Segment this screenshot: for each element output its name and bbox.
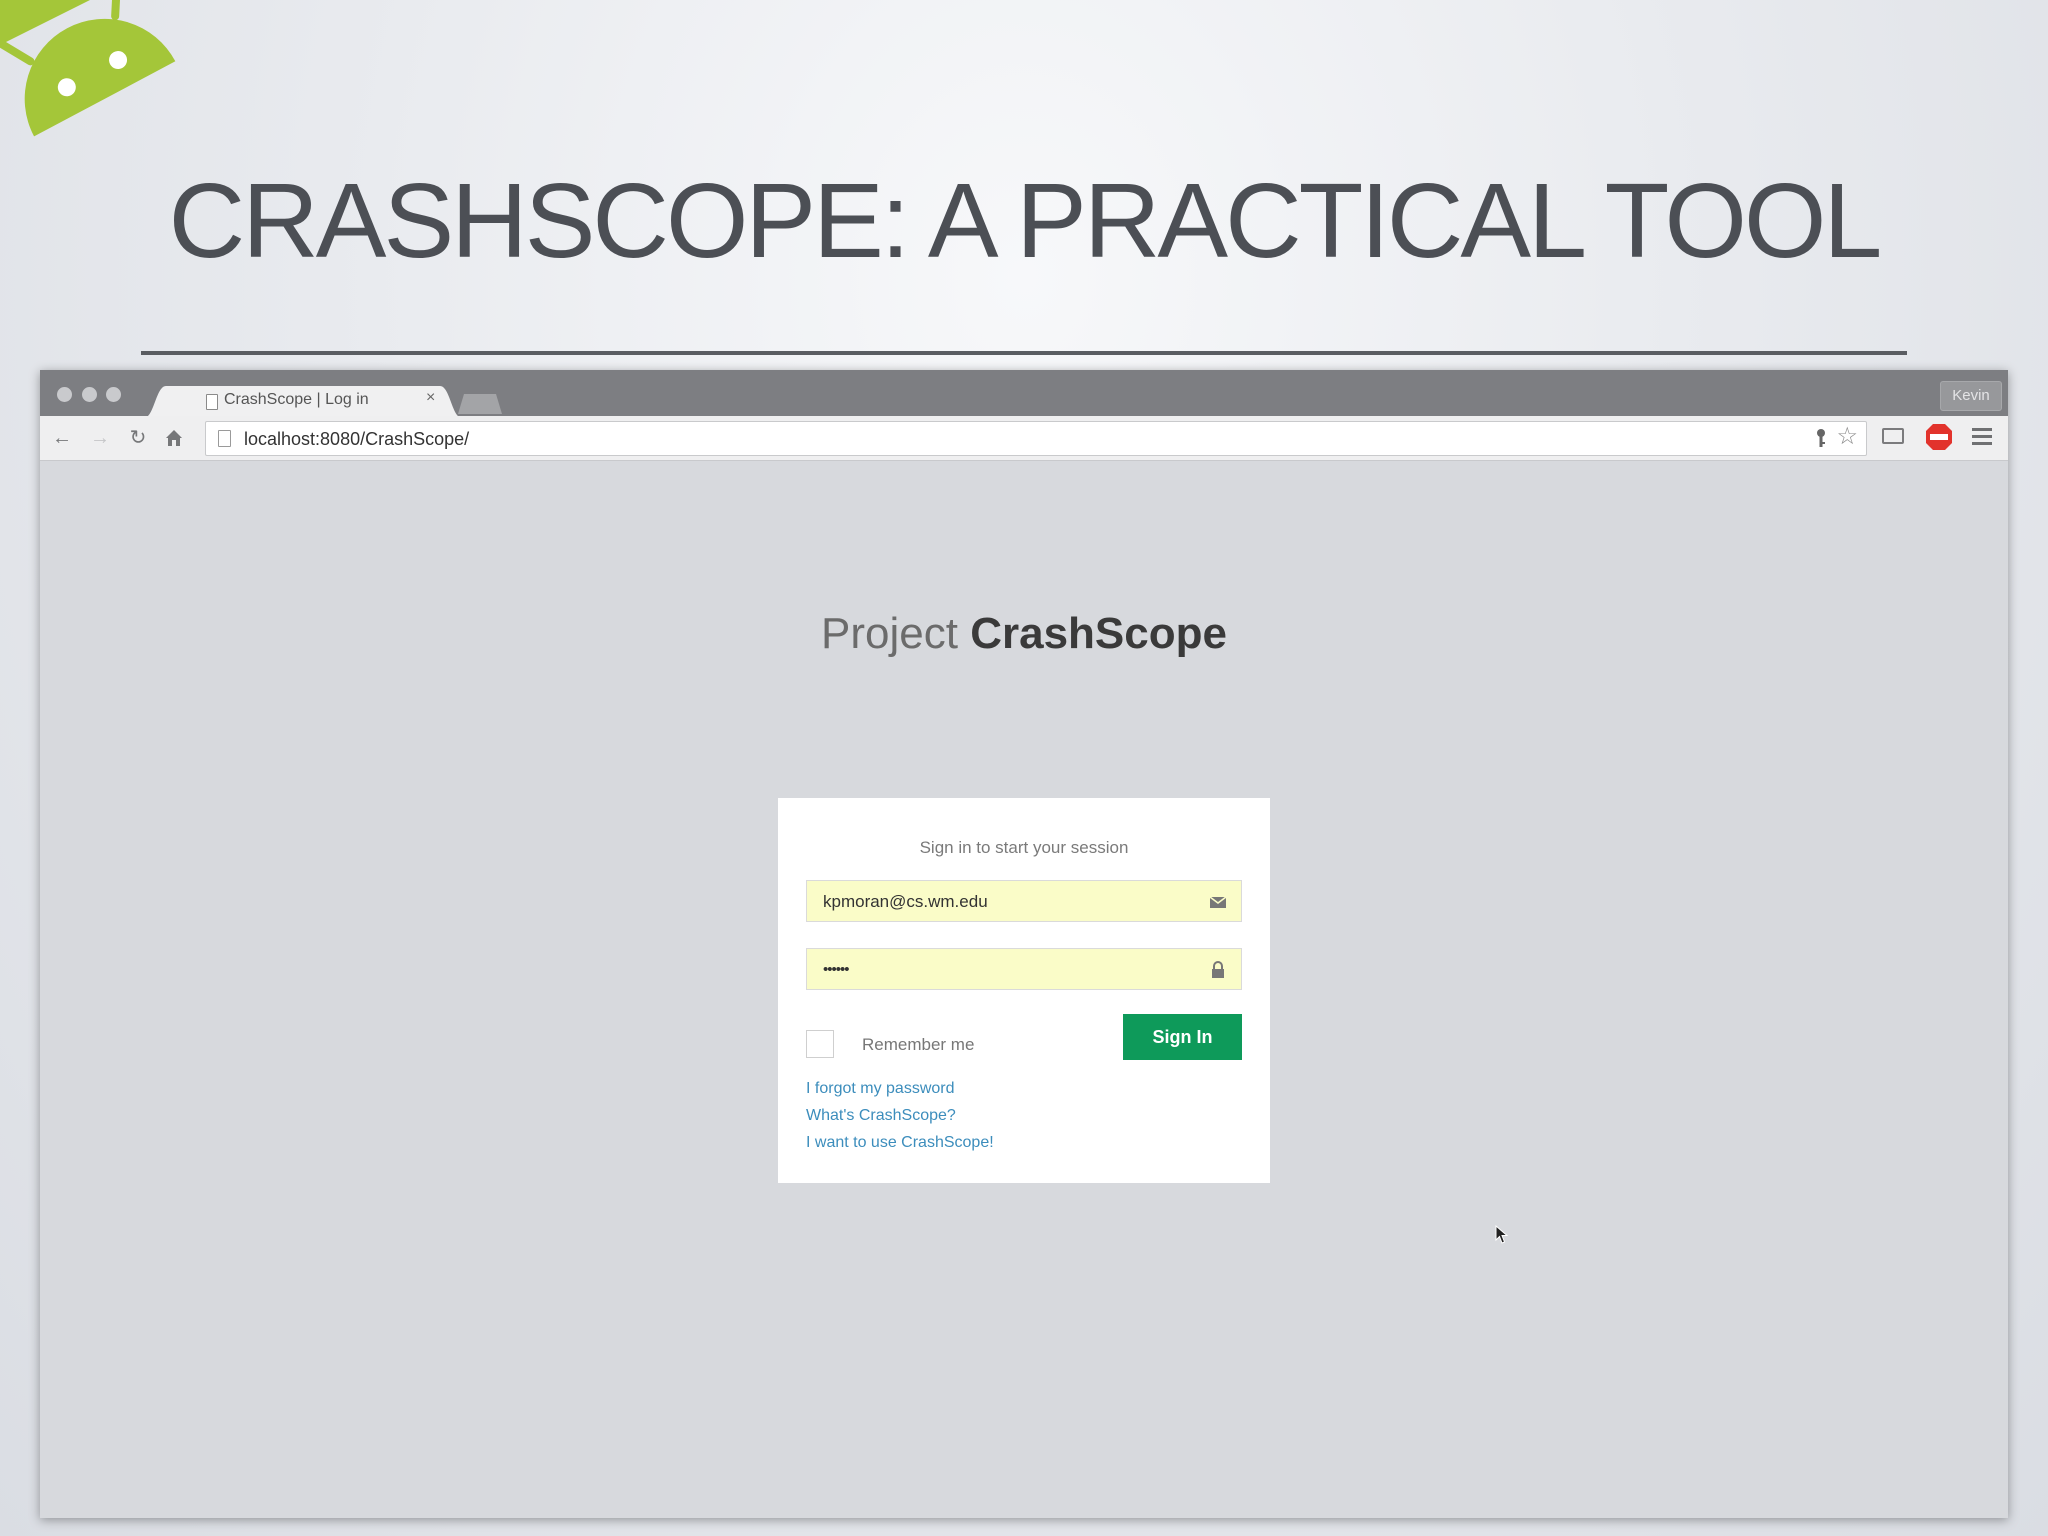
page-viewport: Project CrashScope Sign in to start your… — [40, 461, 2008, 1518]
menu-icon[interactable] — [1972, 428, 1992, 446]
adblock-icon[interactable] — [1925, 423, 1953, 451]
profile-button[interactable]: Kevin — [1940, 381, 2002, 411]
page-icon — [218, 430, 231, 447]
what-is-crashscope-link[interactable]: What's CrashScope? — [806, 1107, 956, 1125]
remember-me-checkbox[interactable] — [806, 1030, 834, 1058]
forward-icon[interactable]: → — [88, 426, 112, 450]
sign-in-button[interactable]: Sign In — [1123, 1014, 1242, 1060]
window-control-maximize[interactable] — [106, 387, 121, 402]
brand-title: Project CrashScope — [40, 609, 2008, 659]
title-divider — [141, 351, 1907, 355]
login-box: Sign in to start your session kpmoran@cs… — [778, 798, 1270, 1183]
password-value[interactable]: •••••• — [823, 961, 849, 978]
home-icon[interactable] — [162, 426, 186, 450]
email-value[interactable]: kpmoran@cs.wm.edu — [823, 892, 988, 912]
page-icon — [206, 394, 218, 410]
cast-icon[interactable] — [1882, 428, 1904, 444]
window-control-close[interactable] — [57, 387, 72, 402]
tab-title: CrashScope | Log in — [224, 391, 369, 408]
brand-title-bold: CrashScope — [970, 609, 1227, 658]
request-access-link[interactable]: I want to use CrashScope! — [806, 1134, 994, 1152]
password-field[interactable]: •••••• — [806, 948, 1242, 990]
lock-icon — [1212, 961, 1224, 978]
window-control-minimize[interactable] — [82, 387, 97, 402]
forgot-password-link[interactable]: I forgot my password — [806, 1080, 955, 1098]
new-tab-button[interactable] — [458, 392, 502, 414]
address-bar[interactable]: localhost:8080/CrashScope/ ☆ — [205, 421, 1867, 456]
star-icon[interactable]: ☆ — [1836, 425, 1858, 449]
key-icon[interactable] — [1814, 428, 1828, 448]
tab-bar: CrashScope | Log in × Kevin — [40, 370, 2008, 418]
envelope-icon — [1209, 896, 1227, 908]
back-icon[interactable]: ← — [50, 426, 74, 450]
reload-icon[interactable]: ↻ — [126, 426, 150, 450]
brand-title-light: Project — [821, 609, 971, 658]
slide-title: CRASHSCOPE: A PRACTICAL TOOL — [168, 162, 1883, 280]
mouse-cursor-icon — [1495, 1225, 1509, 1244]
remember-me-label: Remember me — [862, 1035, 975, 1054]
email-field[interactable]: kpmoran@cs.wm.edu — [806, 880, 1242, 922]
browser-toolbar: ← → ↻ localhost:8080/CrashScope/ ☆ — [40, 416, 2008, 461]
url-text[interactable]: localhost:8080/CrashScope/ — [244, 429, 469, 450]
tab-close-icon[interactable]: × — [426, 390, 435, 406]
login-box-message: Sign in to start your session — [919, 838, 1129, 857]
browser-window: CrashScope | Log in × Kevin ← → ↻ localh… — [40, 370, 2008, 1518]
